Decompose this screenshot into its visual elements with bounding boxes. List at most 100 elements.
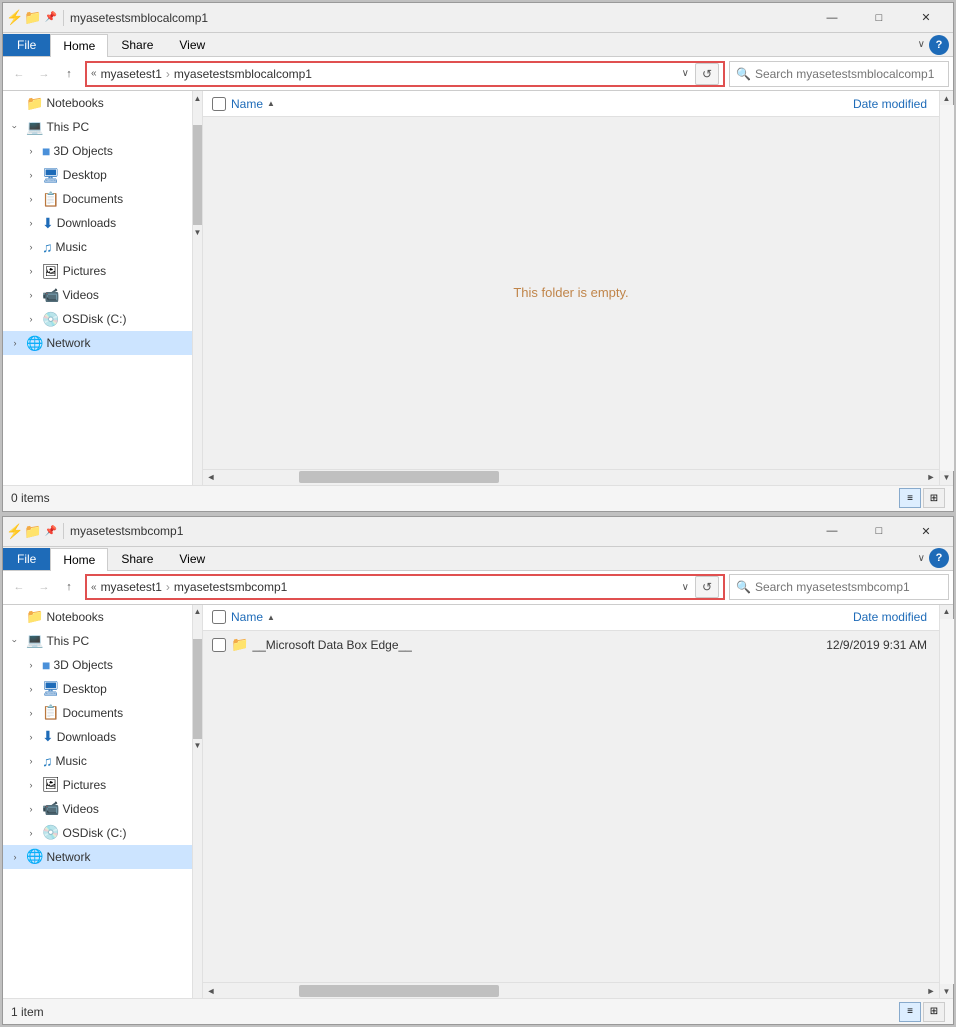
up-button-2[interactable]: ↑ — [57, 573, 81, 601]
h-scroll-right-1[interactable]: ► — [923, 469, 939, 485]
tab-view-2[interactable]: View — [166, 547, 218, 570]
col-date-header-1[interactable]: Date modified — [775, 97, 935, 111]
h-scroll-left-2[interactable]: ◄ — [203, 983, 219, 999]
sidebar-vscroll-2[interactable]: ▲ ▼ — [192, 605, 202, 999]
view-large-btn-2[interactable]: ⊞ — [923, 1002, 945, 1022]
sidebar-item-thispc-2[interactable]: › 💻 This PC — [3, 629, 192, 653]
sidebar-label-desktop-2: Desktop — [63, 682, 107, 696]
file-check-0 — [207, 638, 231, 652]
ribbon-collapse-btn-1[interactable]: ∨ — [918, 39, 925, 50]
sidebar-item-3dobjects-1[interactable]: › ■ 3D Objects — [3, 139, 192, 163]
folder-icon-downloads-1: ⬇ — [42, 215, 54, 232]
window2-controls: — □ ✕ — [809, 517, 949, 545]
sidebar-item-music-2[interactable]: › ♫ Music — [3, 749, 192, 773]
sidebar-item-notebooks-2[interactable]: 📁 Notebooks — [3, 605, 192, 629]
view-details-btn-1[interactable]: ≡ — [899, 488, 921, 508]
sidebar-vscroll-1[interactable]: ▲ ▼ — [192, 91, 202, 485]
h-scroll-left-1[interactable]: ◄ — [203, 469, 219, 485]
sidebar-item-notebooks-1[interactable]: 📁 Notebooks — [3, 91, 192, 115]
v-scroll-up-1[interactable]: ▲ — [940, 91, 954, 105]
sidebar-item-documents-2[interactable]: › 📋 Documents — [3, 701, 192, 725]
back-button-2[interactable]: ← — [7, 573, 31, 601]
close-button-2[interactable]: ✕ — [903, 517, 949, 545]
help-button-1[interactable]: ? — [929, 35, 949, 55]
h-scroll-track-2[interactable] — [219, 985, 923, 997]
file-row-0[interactable]: 📁 __Microsoft Data Box Edge__ 12/9/2019 … — [203, 631, 939, 659]
v-scroll-down-1[interactable]: ▼ — [940, 471, 954, 485]
sidebar-item-music-1[interactable]: › ♫ Music — [3, 235, 192, 259]
folder-icon-osdisk-1: 💿 — [42, 311, 59, 328]
sidebar-label-pictures-2: Pictures — [63, 778, 106, 792]
forward-button-2[interactable]: → — [32, 573, 56, 601]
sidebar-item-3dobjects-2[interactable]: › ■ 3D Objects — [3, 653, 192, 677]
sidebar-item-videos-1[interactable]: › 📹 Videos — [3, 283, 192, 307]
tab-home-1[interactable]: Home — [50, 34, 108, 57]
ribbon-tabs-1: File Home Share View — [3, 33, 218, 56]
sidebar-label-music-1: Music — [56, 240, 87, 254]
h-scrollbar-2: ◄ ► — [203, 982, 939, 998]
minimize-button-1[interactable]: — — [809, 4, 855, 32]
v-scroll-down-2[interactable]: ▼ — [940, 984, 954, 998]
view-large-btn-1[interactable]: ⊞ — [923, 488, 945, 508]
expand-arrow-music-1: › — [23, 239, 39, 255]
h-scroll-track-1[interactable] — [219, 471, 923, 483]
sidebar-item-osdisk-1[interactable]: › 💿 OSDisk (C:) — [3, 307, 192, 331]
v-scroll-up-2[interactable]: ▲ — [940, 605, 954, 619]
addr-dropdown-btn-1[interactable]: ∨ — [680, 68, 691, 79]
addr-dropdown-btn-2[interactable]: ∨ — [680, 582, 691, 593]
folder-icon-pictures-1: 🖼 — [42, 263, 60, 280]
folder-icon-music-1: ♫ — [42, 239, 53, 255]
ribbon-tabs-2: File Home Share View — [3, 547, 218, 570]
maximize-button-2[interactable]: □ — [856, 517, 902, 545]
search-input-1[interactable] — [755, 67, 942, 81]
select-all-checkbox-2[interactable] — [212, 610, 226, 624]
col-name-header-1[interactable]: Name ▲ — [231, 97, 775, 111]
address-bar-2[interactable]: « myasetest1 › myasetestsmbcomp1 ∨ ↺ — [85, 574, 725, 600]
select-all-checkbox-1[interactable] — [212, 97, 226, 111]
col-name-header-2[interactable]: Name ▲ — [231, 610, 775, 624]
back-button-1[interactable]: ← — [7, 60, 31, 88]
help-button-2[interactable]: ? — [929, 548, 949, 568]
tab-share-1[interactable]: Share — [108, 33, 166, 56]
sidebar-item-downloads-2[interactable]: › ⬇ Downloads — [3, 725, 192, 749]
addr-chevron-2: « — [91, 582, 97, 593]
tab-share-2[interactable]: Share — [108, 547, 166, 570]
sidebar-item-downloads-1[interactable]: › ⬇ Downloads — [3, 211, 192, 235]
ribbon-right-2: ∨ ? — [918, 548, 953, 568]
tab-file-1[interactable]: File — [3, 34, 50, 56]
v-scroll-track-2[interactable] — [940, 619, 954, 985]
sidebar-item-thispc-1[interactable]: › 💻 This PC — [3, 115, 192, 139]
col-date-header-2[interactable]: Date modified — [775, 610, 935, 624]
close-button-1[interactable]: ✕ — [903, 4, 949, 32]
sidebar-item-videos-2[interactable]: › 📹 Videos — [3, 797, 192, 821]
refresh-button-1[interactable]: ↺ — [695, 63, 719, 85]
file-checkbox-0[interactable] — [212, 638, 226, 652]
up-button-1[interactable]: ↑ — [57, 60, 81, 88]
sidebar-item-network-2[interactable]: › 🌐 Network — [3, 845, 192, 869]
tab-file-2[interactable]: File — [3, 548, 50, 570]
h-scroll-right-2[interactable]: ► — [923, 983, 939, 999]
folder-icon-notebooks-1: 📁 — [26, 95, 43, 112]
maximize-button-1[interactable]: □ — [856, 4, 902, 32]
search-input-2[interactable] — [755, 580, 942, 594]
sidebar-item-pictures-2[interactable]: › 🖼 Pictures — [3, 773, 192, 797]
refresh-button-2[interactable]: ↺ — [695, 576, 719, 598]
expand-arrow-pictures-2: › — [23, 777, 39, 793]
v-scroll-track-1[interactable] — [940, 105, 954, 471]
sidebar-item-osdisk-2[interactable]: › 💿 OSDisk (C:) — [3, 821, 192, 845]
forward-button-1[interactable]: → — [32, 60, 56, 88]
sidebar-item-network-1[interactable]: › 🌐 Network — [3, 331, 192, 355]
sidebar-item-desktop-2[interactable]: › 🖥 Desktop — [3, 677, 192, 701]
window1: ⚡ 📁 📌 myasetestsmblocalcomp1 — □ ✕ File … — [2, 2, 954, 512]
tab-view-1[interactable]: View — [166, 33, 218, 56]
ribbon-collapse-btn-2[interactable]: ∨ — [918, 553, 925, 564]
minimize-button-2[interactable]: — — [809, 517, 855, 545]
view-details-btn-2[interactable]: ≡ — [899, 1002, 921, 1022]
tab-home-2[interactable]: Home — [50, 548, 108, 571]
sidebar-item-pictures-1[interactable]: › 🖼 Pictures — [3, 259, 192, 283]
sidebar-item-documents-1[interactable]: › 📋 Documents — [3, 187, 192, 211]
app-icon-quick-access-2: ⚡ — [7, 523, 23, 539]
sidebar-item-desktop-1[interactable]: › 🖥 Desktop — [3, 163, 192, 187]
address-bar-1[interactable]: « myasetest1 › myasetestsmblocalcomp1 ∨ … — [85, 61, 725, 87]
address-content-2: « myasetest1 › myasetestsmbcomp1 ∨ — [91, 580, 691, 594]
